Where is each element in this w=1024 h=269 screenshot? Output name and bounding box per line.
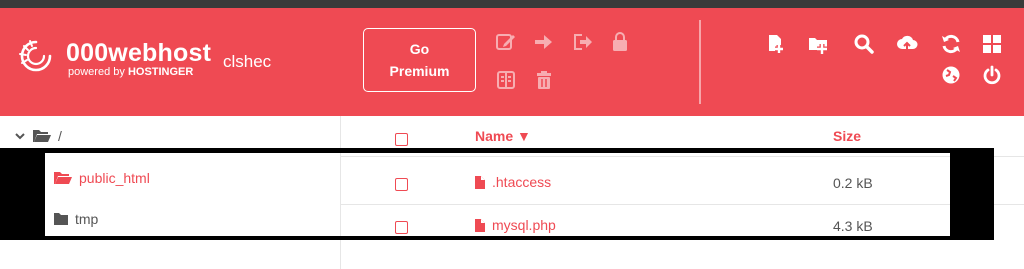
folder-icon: [54, 213, 68, 225]
tree-item-label: tmp: [75, 211, 99, 227]
redaction-block-left: [0, 152, 45, 240]
select-all-checkbox[interactable]: [395, 133, 408, 146]
tree-item-public-html[interactable]: public_html: [53, 170, 150, 186]
brand-tagline: powered by HOSTINGER: [68, 66, 193, 78]
tagline-brand: HOSTINGER: [127, 66, 194, 78]
username: clshec: [223, 52, 272, 71]
edit-icon[interactable]: [495, 31, 517, 53]
column-size-header[interactable]: Size: [833, 128, 861, 144]
export-icon[interactable]: [571, 31, 593, 53]
lock-icon[interactable]: [609, 31, 631, 53]
archive-icon[interactable]: [495, 69, 517, 91]
brand-name: 000webhost: [66, 39, 212, 67]
go-premium-button[interactable]: Go Premium: [363, 28, 476, 92]
new-file-icon[interactable]: [765, 33, 787, 55]
000webhost-logo-icon: [19, 40, 52, 72]
file-icon: [475, 175, 485, 189]
tree-item-label: public_html: [79, 170, 150, 186]
folder-open-icon: [33, 130, 51, 142]
row-checkbox[interactable]: [395, 178, 408, 191]
tree-root[interactable]: /: [14, 128, 62, 144]
file-row-mysql-php[interactable]: mysql.php: [474, 217, 556, 233]
top-strip: [0, 0, 1024, 8]
tagline-prefix: powered by: [68, 66, 125, 78]
chevron-down-icon[interactable]: [14, 130, 26, 142]
power-icon[interactable]: [981, 64, 1003, 86]
file-icon: [475, 218, 485, 232]
file-size: 0.2 kB: [833, 175, 873, 191]
premium-line-1: Go: [409, 41, 430, 57]
tree-root-label: /: [58, 128, 62, 144]
row-checkbox[interactable]: [395, 221, 408, 234]
globe-icon[interactable]: [940, 64, 962, 86]
move-icon[interactable]: [532, 31, 554, 53]
file-name: mysql.php: [492, 217, 556, 233]
file-size: 4.3 kB: [833, 218, 873, 234]
row-divider: [341, 204, 1024, 205]
column-name-header[interactable]: Name ▼: [475, 128, 531, 144]
redaction-block-right: [950, 152, 994, 240]
upload-icon[interactable]: [896, 33, 918, 55]
grid-icon[interactable]: [981, 33, 1003, 55]
trash-icon[interactable]: [533, 69, 555, 91]
new-folder-icon[interactable]: [807, 33, 829, 55]
premium-line-2: Premium: [389, 63, 450, 79]
redaction-bar-bottom: [0, 236, 994, 240]
redaction-bar-top: [0, 148, 994, 153]
refresh-icon[interactable]: [940, 33, 962, 55]
tree-item-tmp[interactable]: tmp: [53, 211, 98, 227]
file-row-htaccess[interactable]: .htaccess: [474, 174, 551, 190]
toolbar-divider: [699, 20, 701, 104]
file-name: .htaccess: [492, 174, 552, 190]
folder-open-icon: [54, 172, 72, 184]
search-icon[interactable]: [853, 33, 875, 55]
